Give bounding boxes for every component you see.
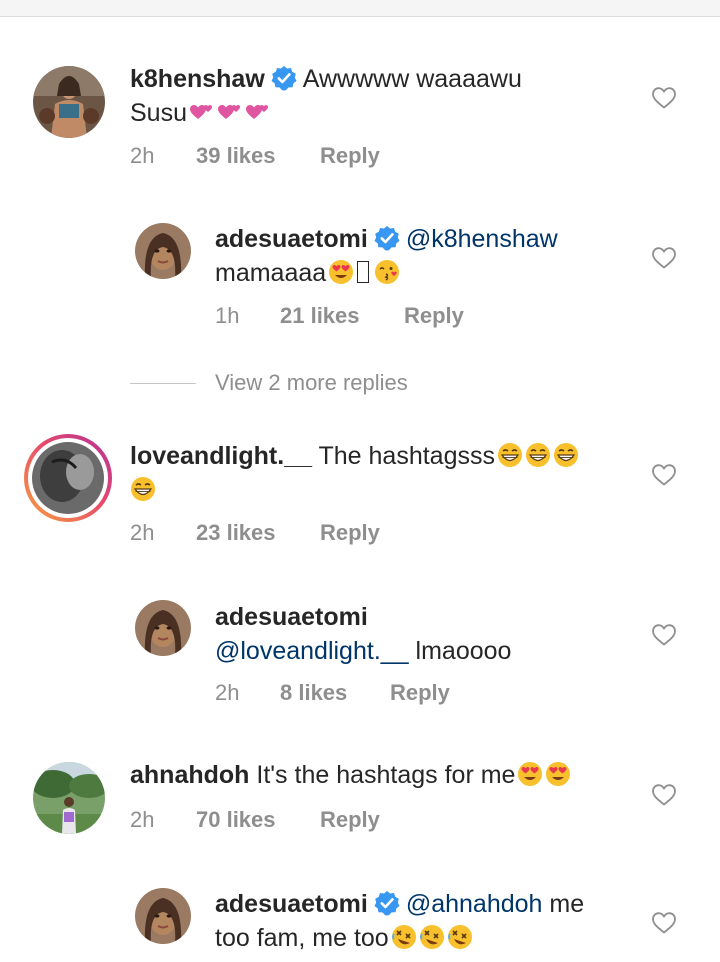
grin-emoji-icon xyxy=(525,442,551,468)
comment-body: adesuaetomi @k8henshaw mamaaaa xyxy=(215,222,635,290)
heart-outline-icon[interactable] xyxy=(651,911,677,935)
avatar-story-ring[interactable] xyxy=(24,434,112,522)
likes-count[interactable]: 70 likes xyxy=(196,807,276,833)
verified-badge-icon xyxy=(374,890,400,916)
heart-eyes-emoji-icon xyxy=(545,761,571,787)
comment-time: 2h xyxy=(215,680,240,705)
reply-button[interactable]: Reply xyxy=(320,807,380,833)
comment-text: too fam, me too xyxy=(215,924,389,952)
comment-text: It's the hashtags for me xyxy=(256,761,516,789)
comment-time: 2h xyxy=(130,143,155,168)
likes-count[interactable]: 21 likes xyxy=(280,303,360,329)
heart-outline-icon[interactable] xyxy=(651,623,677,647)
reply-button[interactable]: Reply xyxy=(320,143,380,169)
mention-link[interactable]: @k8henshaw xyxy=(406,225,558,253)
comment-username[interactable]: adesuaetomi xyxy=(215,603,368,631)
comment-time: 1h xyxy=(215,303,240,328)
avatar[interactable] xyxy=(33,762,105,834)
comment-username[interactable]: adesuaetomi xyxy=(215,890,368,918)
comment-time: 2h xyxy=(130,520,155,545)
likes-count[interactable]: 23 likes xyxy=(196,520,276,546)
avatar[interactable] xyxy=(33,66,105,138)
comment-username[interactable]: k8henshaw xyxy=(130,65,265,93)
mention-link[interactable]: @loveandlight.__ xyxy=(215,637,409,665)
mention-link[interactable]: @ahnahdoh xyxy=(406,890,543,918)
rofl-emoji-icon xyxy=(391,924,417,950)
heart-outline-icon[interactable] xyxy=(651,246,677,270)
rofl-emoji-icon xyxy=(419,924,445,950)
reply-button[interactable]: Reply xyxy=(404,303,464,329)
comment-text: me xyxy=(549,890,585,918)
comment-username[interactable]: loveandlight.__ xyxy=(130,442,312,470)
comment-text: Awwwww waaaawu xyxy=(302,65,522,93)
reply-button[interactable]: Reply xyxy=(320,520,380,546)
comment-body: ahnahdoh It's the hashtags for me xyxy=(130,758,630,792)
likes-count[interactable]: 39 likes xyxy=(196,143,276,169)
comment-text: Susu xyxy=(130,99,187,127)
view-more-replies-label[interactable]: View 2 more replies xyxy=(215,370,408,396)
kiss-emoji-icon xyxy=(374,259,400,285)
comment-username[interactable]: ahnahdoh xyxy=(130,761,249,789)
pink-hearts-emoji-icon xyxy=(189,99,215,125)
divider-line xyxy=(130,383,196,384)
avatar[interactable] xyxy=(135,600,191,656)
comment-text: lmaoooo xyxy=(415,637,512,665)
comment-text: mamaaaa xyxy=(215,259,327,287)
comment-text: The hashtagsss xyxy=(318,442,495,470)
verified-badge-icon xyxy=(374,225,400,251)
heart-outline-icon[interactable] xyxy=(651,463,677,487)
verified-badge-icon xyxy=(271,65,297,91)
comment-time: 2h xyxy=(130,807,155,832)
comment-body: loveandlight.__ The hashtagsss xyxy=(130,439,630,507)
comment-username[interactable]: adesuaetomi xyxy=(215,225,368,253)
comment-body: k8henshaw Awwwww waaaawu Susu xyxy=(130,62,630,130)
likes-count[interactable]: 8 likes xyxy=(280,680,347,706)
heart-outline-icon[interactable] xyxy=(651,783,677,807)
grin-emoji-icon xyxy=(553,442,579,468)
rofl-emoji-icon xyxy=(447,924,473,950)
unknown-glyph-icon xyxy=(357,261,370,283)
grin-emoji-icon xyxy=(497,442,523,468)
heart-eyes-emoji-icon xyxy=(517,761,543,787)
avatar[interactable] xyxy=(135,223,191,279)
comment-body: adesuaetomi @ahnahdoh me too fam, me too xyxy=(215,887,635,955)
top-bar xyxy=(0,0,720,17)
grin-emoji-icon xyxy=(130,476,156,502)
pink-hearts-emoji-icon xyxy=(245,99,271,125)
reply-button[interactable]: Reply xyxy=(390,680,450,706)
comment-body: adesuaetomi @loveandlight.__ lmaoooo xyxy=(215,600,635,668)
pink-hearts-emoji-icon xyxy=(217,99,243,125)
heart-eyes-emoji-icon xyxy=(328,259,354,285)
avatar[interactable] xyxy=(135,888,191,944)
heart-outline-icon[interactable] xyxy=(651,86,677,110)
